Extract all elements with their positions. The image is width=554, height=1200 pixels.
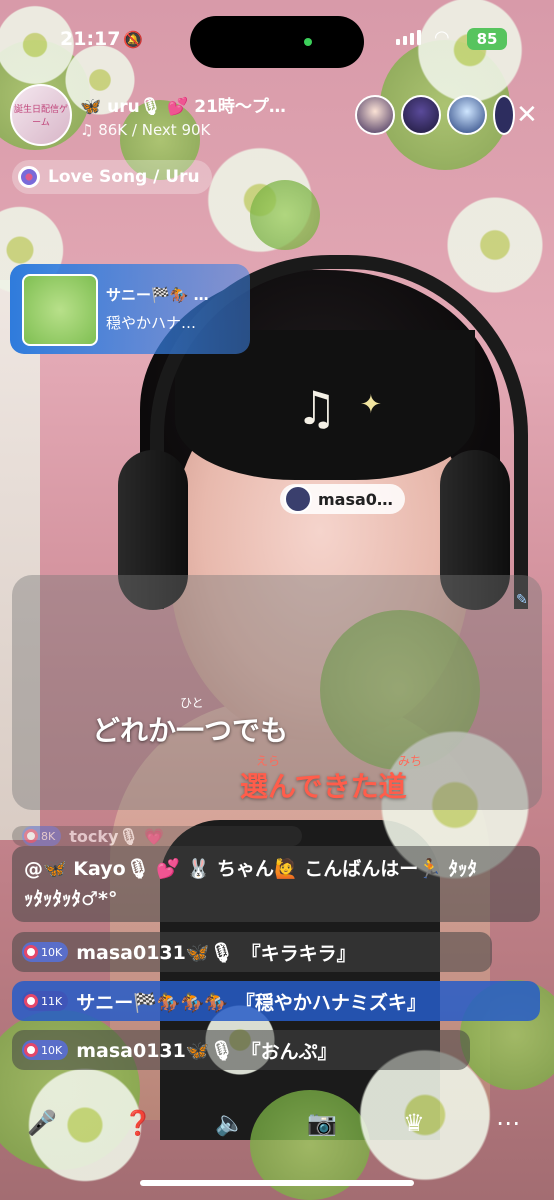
host-title: 🦋 uru🎙 💕 21時〜プ… (80, 96, 286, 117)
bell-off-icon: 🔕 (123, 30, 143, 49)
level-badge: 10K (22, 942, 69, 962)
level-ring-icon (24, 994, 38, 1008)
viewer-avatar[interactable] (493, 95, 515, 135)
comment-row[interactable]: 10K masa0131🦋🎙 『おんぷ』 (12, 1030, 470, 1070)
dynamic-island (190, 16, 364, 68)
comment-row[interactable]: 11K サニー🏁🏇🏇🏇 『穏やかハナミズキ』 (12, 981, 540, 1021)
gift-thumbnail (22, 274, 98, 346)
clock: 21:17 (60, 28, 121, 50)
speaker-icon[interactable]: 🔈 (210, 1103, 250, 1143)
comment-user: サニー🏁🏇🏇🏇 (76, 991, 228, 1014)
close-icon[interactable]: ✕ (516, 100, 538, 130)
wifi-icon: ◠ (434, 27, 450, 48)
comment-row-mention[interactable]: @🦋 Kayo🎙 💕 🐰 ちゃん🙋 こんばんはー🏃 ﾀｯﾀ ｯﾀｯﾀｯﾀ♂*° (12, 846, 540, 922)
comment-text: 『キラキラ』 (241, 942, 356, 965)
host-points: ♫ 86K / Next 90K (80, 121, 340, 139)
gift-notification[interactable]: サニー🏁🏇 … 穏やかハナ… (10, 264, 250, 354)
level-ring-icon (24, 1043, 38, 1057)
question-icon[interactable]: ❓ (118, 1103, 158, 1143)
song-disc-icon (18, 166, 40, 188)
tag-label: masa0… (318, 489, 393, 509)
level-value: 10K (41, 945, 63, 959)
gift-sender: サニー🏁🏇 … (106, 286, 209, 304)
level-badge: 8K (22, 826, 62, 846)
lyric-line-next: 選んできた道 (240, 770, 407, 803)
user-name-tag[interactable]: masa0… (280, 484, 405, 514)
gift-message: 穏やかハナ… (106, 314, 197, 332)
host-info: 🦋 uru🎙 💕 21時〜プ… ♫ 86K / Next 90K (80, 92, 340, 139)
comment-text-line: ｯﾀｯﾀｯﾀ♂*° (24, 888, 118, 910)
camera-flip-icon[interactable]: 📷 (302, 1103, 342, 1143)
level-badge: 11K (22, 991, 69, 1011)
leaf-decoration (250, 180, 320, 250)
comment-user: tocky🎙 💗 (69, 826, 165, 846)
comment-user: masa0131🦋🎙 (76, 941, 234, 964)
comment-text-line: @🦋 Kayo🎙 💕 🐰 ちゃん🙋 こんばんはー🏃 ﾀｯﾀ (24, 858, 477, 880)
camera-indicator (304, 38, 312, 46)
host-avatar[interactable]: 誕生日配信ゲーム (10, 84, 72, 146)
flower-decoration (440, 190, 550, 300)
level-badge: 10K (22, 1040, 69, 1060)
viewer-avatar[interactable] (355, 95, 395, 135)
comment-row[interactable]: 8K tocky🎙 💗 (12, 826, 302, 846)
comment-row[interactable]: 10K masa0131🦋🎙 『キラキラ』 (12, 932, 492, 972)
host-profile[interactable]: 誕生日配信ゲーム 🦋 uru🎙 💕 21時〜プ… ♫ 86K / Next 90… (10, 84, 340, 146)
level-ring-icon (24, 945, 38, 959)
comment-text: 『穏やかハナミズキ』 (235, 991, 426, 1014)
level-value: 11K (41, 994, 63, 1008)
status-bar: 21:17 🔕 ◠ 85 (0, 0, 554, 84)
lyrics-settings-icon[interactable]: ✎ (516, 592, 528, 608)
level-value: 8K (41, 829, 56, 843)
level-ring-icon (24, 829, 38, 843)
mic-icon[interactable]: 🎤 (22, 1103, 62, 1143)
cellular-signal-icon (396, 30, 421, 45)
song-pill[interactable]: Love Song / Uru (12, 160, 212, 194)
more-icon[interactable]: ⋯ (488, 1103, 528, 1143)
crown-icon[interactable]: ♛ (394, 1103, 434, 1143)
viewer-avatar[interactable] (447, 95, 487, 135)
level-value: 10K (41, 1043, 63, 1057)
home-indicator (140, 1180, 414, 1186)
comment-text: 『おんぷ』 (241, 1040, 337, 1063)
lyric-line-current: どれか一つでも (92, 714, 289, 747)
comment-user: masa0131🦋🎙 (76, 1039, 234, 1062)
viewer-avatars[interactable] (355, 95, 515, 135)
host-points-value: 86K / Next 90K (98, 120, 211, 139)
bottom-toolbar (0, 1100, 554, 1150)
song-label: Love Song / Uru (48, 167, 200, 187)
viewer-avatar[interactable] (401, 95, 441, 135)
tag-avatar (284, 485, 312, 513)
battery-indicator: 85 (467, 28, 507, 50)
music-note-icon: ♫ (80, 120, 99, 139)
music-notes-effect: ♫ (296, 381, 338, 435)
sparkle-icon: ✦ (360, 390, 382, 420)
